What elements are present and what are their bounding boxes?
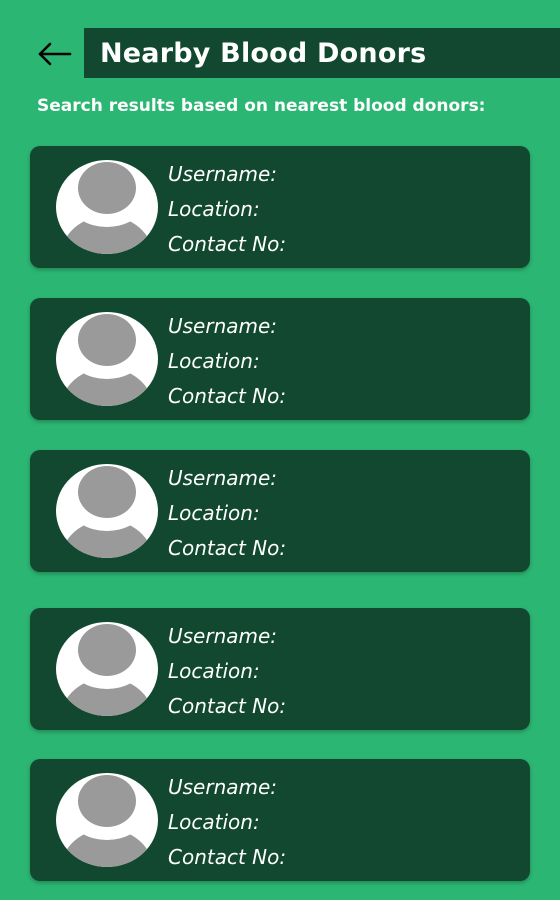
avatar-icon — [56, 622, 158, 716]
avatar-icon — [56, 312, 158, 406]
contact-label: Contact No: — [168, 536, 287, 560]
contact-label: Contact No: — [168, 384, 287, 408]
username-label: Username: — [168, 775, 278, 799]
avatar-icon — [56, 160, 158, 254]
location-label: Location: — [168, 659, 260, 683]
title-bar: Nearby Blood Donors — [84, 28, 560, 78]
location-label: Location: — [168, 197, 260, 221]
back-button[interactable] — [34, 36, 74, 72]
username-label: Username: — [168, 162, 278, 186]
donor-card[interactable]: Username: Location: Contact No: — [30, 450, 530, 572]
username-label: Username: — [168, 466, 278, 490]
username-label: Username: — [168, 314, 278, 338]
location-label: Location: — [168, 810, 260, 834]
donor-card[interactable]: Username: Location: Contact No: — [30, 146, 530, 268]
username-label: Username: — [168, 624, 278, 648]
donor-card[interactable]: Username: Location: Contact No: — [30, 759, 530, 881]
avatar-icon — [56, 773, 158, 867]
donor-card[interactable]: Username: Location: Contact No: — [30, 298, 530, 420]
donor-card[interactable]: Username: Location: Contact No: — [30, 608, 530, 730]
contact-label: Contact No: — [168, 845, 287, 869]
page-title: Nearby Blood Donors — [100, 37, 427, 69]
arrow-left-icon — [38, 42, 72, 66]
location-label: Location: — [168, 501, 260, 525]
location-label: Location: — [168, 349, 260, 373]
contact-label: Contact No: — [168, 232, 287, 256]
contact-label: Contact No: — [168, 694, 287, 718]
results-subtitle: Search results based on nearest blood do… — [37, 96, 486, 116]
avatar-icon — [56, 464, 158, 558]
